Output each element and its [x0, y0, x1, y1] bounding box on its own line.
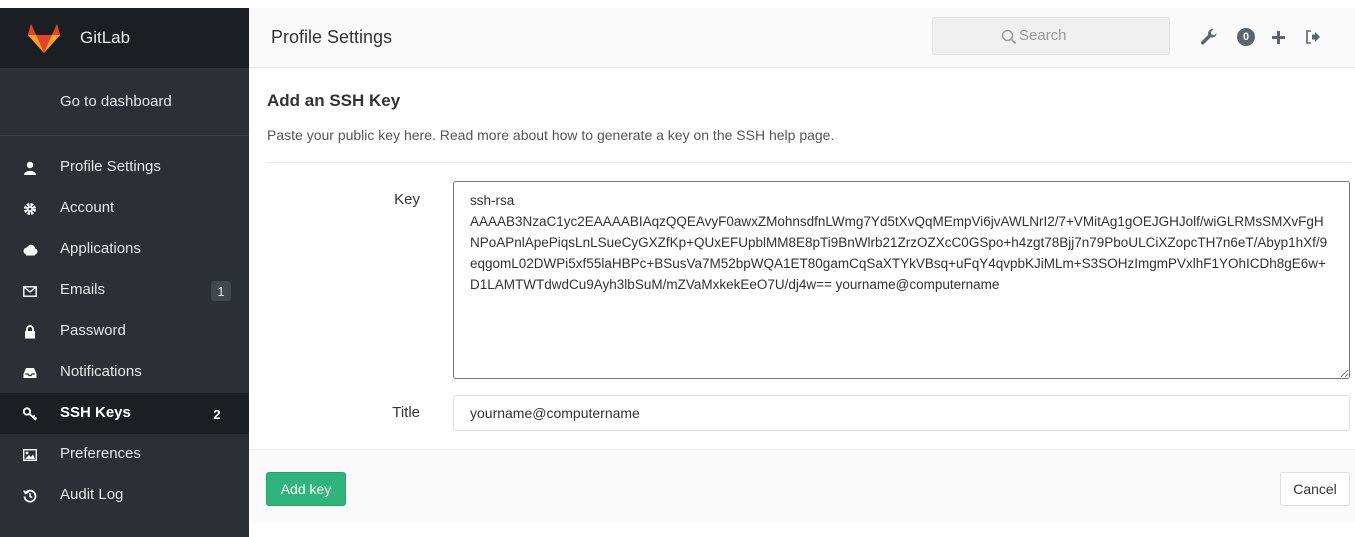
sidebar-item-label: Notifications — [60, 363, 142, 380]
sidebar-item-label: Emails — [60, 281, 106, 298]
sidebar-item-label: Preferences — [60, 445, 141, 462]
key-label: Key — [394, 191, 420, 208]
top-strip — [0, 0, 249, 8]
sidebar-item-notifications[interactable]: Notifications — [0, 352, 249, 393]
key-textarea[interactable]: ssh-rsa AAAAB3NzaC1yc2EAAAABIAqzQQEAvyF0… — [453, 181, 1350, 379]
sidebar-item-label: Profile Settings — [60, 158, 161, 175]
sidebar-item-label: SSH Keys — [60, 404, 131, 421]
key-icon — [22, 406, 38, 422]
form-actions: Add key Cancel — [249, 449, 1355, 523]
gitlab-logo-icon[interactable] — [24, 22, 64, 54]
sidebar: GitLab Go to dashboard Profile Settings … — [0, 0, 249, 537]
gear-icon — [22, 201, 38, 217]
add-key-button[interactable]: Add key — [266, 472, 346, 506]
page-title: Profile Settings — [271, 27, 393, 47]
envelope-icon — [22, 283, 38, 299]
todos-count: 0 — [1237, 28, 1255, 46]
sidebar-item-emails[interactable]: Emails 1 — [0, 270, 249, 311]
image-icon — [22, 447, 38, 463]
divider — [267, 162, 1351, 163]
top-header: Profile Settings 0 — [249, 8, 1355, 68]
title-input[interactable] — [453, 395, 1350, 431]
brand-name[interactable]: GitLab — [80, 28, 130, 48]
sidebar-item-label: Applications — [60, 240, 141, 257]
todos-badge[interactable]: 0 — [1235, 26, 1257, 48]
sidebar-header[interactable]: GitLab — [0, 8, 249, 68]
sidebar-nav: Profile Settings Account Applications Em… — [0, 147, 249, 516]
sidebar-item-password[interactable]: Password — [0, 311, 249, 352]
sign-out-icon[interactable] — [1302, 26, 1324, 48]
sidebar-item-label: Password — [60, 322, 126, 339]
sidebar-item-label: Audit Log — [60, 486, 124, 503]
sidebar-item-applications[interactable]: Applications — [0, 229, 249, 270]
search-box[interactable] — [932, 17, 1170, 55]
admin-wrench-icon[interactable] — [1198, 26, 1220, 48]
app-root: GitLab Go to dashboard Profile Settings … — [0, 0, 1355, 537]
sidebar-item-ssh-keys[interactable]: SSH Keys 2 — [0, 393, 249, 434]
section-heading: Add an SSH Key — [267, 91, 401, 110]
cloud-icon — [22, 242, 38, 258]
sidebar-item-preferences[interactable]: Preferences — [0, 434, 249, 475]
sidebar-item-label: Account — [60, 199, 115, 216]
plus-icon[interactable] — [1267, 26, 1289, 48]
title-label: Title — [392, 404, 420, 421]
lock-icon — [22, 324, 38, 340]
ssh-keys-count-badge: 2 — [213, 406, 221, 422]
search-input[interactable] — [1019, 27, 1159, 44]
go-to-dashboard-link[interactable]: Go to dashboard — [0, 68, 249, 136]
section-description: Paste your public key here. Read more ab… — [267, 127, 835, 143]
cancel-button[interactable]: Cancel — [1280, 472, 1350, 506]
history-icon — [22, 488, 38, 504]
search-icon — [1001, 29, 1017, 45]
emails-count-badge: 1 — [211, 281, 231, 301]
sidebar-item-audit-log[interactable]: Audit Log — [0, 475, 249, 516]
sidebar-item-account[interactable]: Account — [0, 188, 249, 229]
main-content: Add an SSH Key Paste your public key her… — [249, 68, 1355, 537]
inbox-icon — [22, 365, 38, 381]
sidebar-item-profile-settings[interactable]: Profile Settings — [0, 147, 249, 188]
user-icon — [22, 160, 38, 176]
